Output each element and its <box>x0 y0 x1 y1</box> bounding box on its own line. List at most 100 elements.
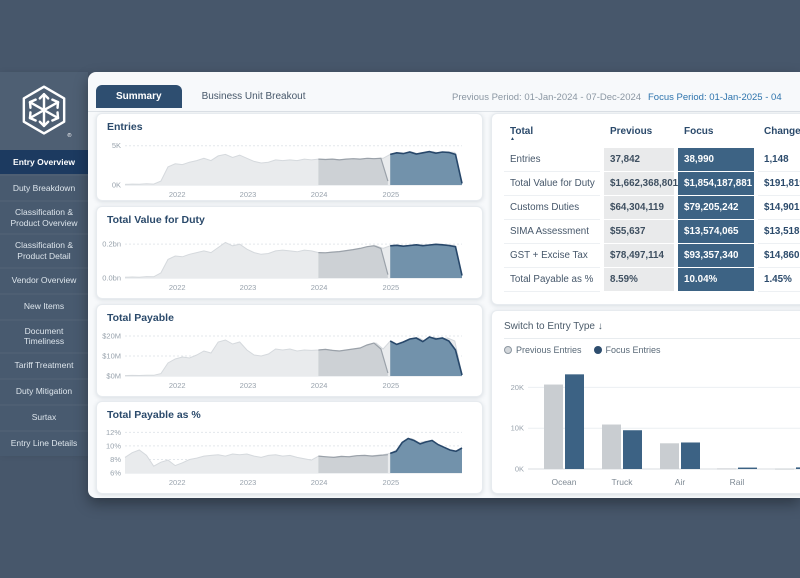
bar-previous-truck[interactable] <box>602 425 621 469</box>
value-for-duty-area-chart[interactable]: 0.2bn0.0bn2022202320242025 <box>97 228 466 294</box>
entry-type-bar-chart[interactable]: 20K10K0KOceanTruckAirRail <box>504 357 800 497</box>
table-cell-focus: $79,205,242 <box>678 196 754 220</box>
hexagon-arrows-logo-icon: ® <box>16 82 72 140</box>
payable-percent-area-chart[interactable]: 12%10%8%6%2022202320242025 <box>97 423 466 489</box>
svg-text:10K: 10K <box>511 424 524 433</box>
bar-focus-truck[interactable] <box>623 430 642 469</box>
table-cell-change: $191,819,080 <box>758 172 800 196</box>
svg-text:$20M: $20M <box>102 332 121 341</box>
svg-text:Air: Air <box>675 477 686 487</box>
payable-percent-trend-card: Total Payable as % 12%10%8%6%20222023202… <box>96 401 483 494</box>
table-cell-label: SIMA Assessment <box>504 220 600 244</box>
svg-text:0.0bn: 0.0bn <box>102 274 121 283</box>
bar-focus-rail[interactable] <box>738 468 757 469</box>
legend-focus-entries[interactable]: Focus Entries <box>594 345 661 355</box>
table-cell-label: GST + Excise Tax <box>504 244 600 268</box>
legend-previous-entries[interactable]: Previous Entries <box>504 345 582 355</box>
table-row[interactable]: Total Value for Duty$1,662,368,801$1,854… <box>504 172 800 196</box>
table-cell-prev: $1,662,368,801 <box>604 172 674 196</box>
tab-summary[interactable]: Summary <box>96 85 182 108</box>
svg-text:2025: 2025 <box>383 283 400 292</box>
sidebar-item-tariff-treatment[interactable]: Tariff Treatment <box>0 354 88 378</box>
svg-text:12%: 12% <box>106 428 121 437</box>
svg-text:2023: 2023 <box>240 381 257 390</box>
entry-type-chart-card: Switch to Entry Type ↓ Previous Entries … <box>491 310 800 494</box>
table-cell-prev: 37,842 <box>604 148 674 172</box>
table-row[interactable]: SIMA Assessment$55,637$13,574,065$13,518… <box>504 220 800 244</box>
previous-period-label: Previous Period: 01-Jan-2024 - 07-Dec-20… <box>452 92 641 103</box>
svg-text:Rail: Rail <box>730 477 745 487</box>
table-cell-prev: $64,304,119 <box>604 196 674 220</box>
bar-previous-rail[interactable] <box>717 468 736 469</box>
sort-ascending-icon: ▲ <box>510 137 594 141</box>
svg-text:2023: 2023 <box>240 283 257 292</box>
switch-to-entry-type-toggle[interactable]: Switch to Entry Type ↓ <box>504 319 800 339</box>
table-cell-focus: 10.04% <box>678 268 754 292</box>
sidebar-item-surtax[interactable]: Surtax <box>0 406 88 430</box>
svg-text:2024: 2024 <box>311 478 328 487</box>
svg-text:10%: 10% <box>106 441 121 450</box>
bar-previous-air[interactable] <box>660 443 679 469</box>
table-cell-label: Entries <box>504 148 600 172</box>
sidebar-item-classification-product-overview[interactable]: Classification & Product Overview <box>0 202 88 233</box>
table-row[interactable]: Entries37,84238,9901,148 <box>504 148 800 172</box>
table-cell-label: Total Payable as % <box>504 268 600 292</box>
table-cell-change: $13,518,428 <box>758 220 800 244</box>
bar-chart-legend: Previous Entries Focus Entries <box>504 339 800 357</box>
bar-focus-ocean[interactable] <box>565 374 584 469</box>
table-row[interactable]: GST + Excise Tax$78,497,114$93,357,340$1… <box>504 244 800 268</box>
column-header-total[interactable]: Total ▲ <box>504 122 600 148</box>
sidebar-item-new-items[interactable]: New Items <box>0 295 88 319</box>
focus-period-label: Focus Period: 01-Jan-2025 - 04 <box>648 92 782 103</box>
svg-text:2022: 2022 <box>169 381 186 390</box>
sidebar-item-duty-mitigation[interactable]: Duty Mitigation <box>0 380 88 404</box>
tab-underline <box>88 111 800 112</box>
table-cell-label: Customs Duties <box>504 196 600 220</box>
bar-previous-cut[interactable] <box>775 469 794 470</box>
summary-table-header: Total ▲ Previous Focus Change <box>504 122 800 148</box>
table-cell-change: 1,148 <box>758 148 800 172</box>
sidebar-item-entry-overview[interactable]: Entry Overview <box>0 150 88 174</box>
bar-previous-ocean[interactable] <box>544 385 563 469</box>
table-row[interactable]: Total Payable as %8.59%10.04%1.45% <box>504 268 800 292</box>
sidebar-item-vendor-overview[interactable]: Vendor Overview <box>0 269 88 293</box>
entries-trend-card: Entries 5K0K2022202320242025 <box>96 113 483 201</box>
svg-text:Truck: Truck <box>612 477 634 487</box>
sidebar-nav: Entry OverviewDuty BreakdownClassificati… <box>0 150 88 458</box>
column-header-previous[interactable]: Previous <box>604 122 674 148</box>
column-header-change[interactable]: Change <box>758 122 800 148</box>
main-panel: Summary Business Unit Breakout Previous … <box>88 72 800 498</box>
svg-text:2023: 2023 <box>240 190 257 199</box>
table-row[interactable]: Customs Duties$64,304,119$79,205,242$14,… <box>504 196 800 220</box>
table-cell-focus: 38,990 <box>678 148 754 172</box>
chart-title: Total Payable as % <box>97 402 482 423</box>
svg-text:$10M: $10M <box>102 352 121 361</box>
column-header-focus[interactable]: Focus <box>678 122 754 148</box>
sidebar-item-entry-line-details[interactable]: Entry Line Details <box>0 432 88 456</box>
bar-focus-cut[interactable] <box>796 467 800 469</box>
tab-business-unit-breakout[interactable]: Business Unit Breakout <box>182 85 326 108</box>
svg-text:2025: 2025 <box>383 381 400 390</box>
svg-text:2025: 2025 <box>383 190 400 199</box>
table-cell-change: $14,901,123 <box>758 196 800 220</box>
bar-focus-air[interactable] <box>681 442 700 469</box>
table-cell-focus: $1,854,187,881 <box>678 172 754 196</box>
sidebar: ® Entry OverviewDuty BreakdownClassifica… <box>0 72 88 448</box>
table-cell-focus: $93,357,340 <box>678 244 754 268</box>
total-payable-trend-card: Total Payable $20M$10M$0M202220232024202… <box>96 304 483 397</box>
entries-area-chart[interactable]: 5K0K2022202320242025 <box>97 135 466 201</box>
svg-text:2023: 2023 <box>240 478 257 487</box>
svg-text:Ocean: Ocean <box>551 477 576 487</box>
table-cell-focus: $13,574,065 <box>678 220 754 244</box>
chart-title: Total Payable <box>97 305 482 326</box>
dashboard-canvas: ® Entry OverviewDuty BreakdownClassifica… <box>0 0 800 578</box>
chart-title: Entries <box>97 114 482 135</box>
previous-series-dot-icon <box>504 346 512 354</box>
table-cell-change: 1.45% <box>758 268 800 292</box>
total-payable-area-chart[interactable]: $20M$10M$0M2022202320242025 <box>97 326 466 392</box>
sidebar-item-document-timeliness[interactable]: Document Timeliness <box>0 321 88 352</box>
svg-text:2022: 2022 <box>169 283 186 292</box>
sidebar-item-classification-product-detail[interactable]: Classification & Product Detail <box>0 235 88 266</box>
table-cell-prev: $55,637 <box>604 220 674 244</box>
sidebar-item-duty-breakdown[interactable]: Duty Breakdown <box>0 176 88 200</box>
